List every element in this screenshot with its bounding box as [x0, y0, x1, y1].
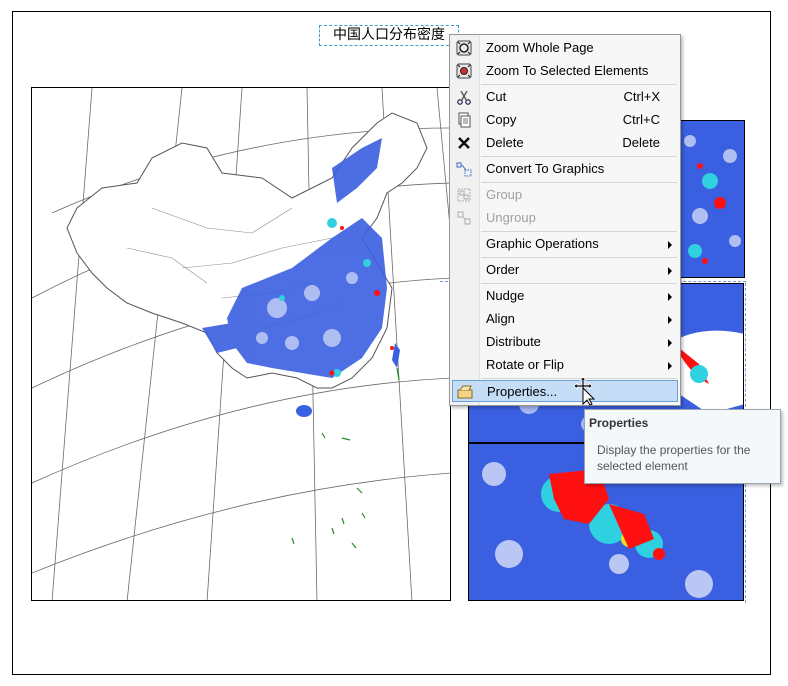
menu-separator [481, 182, 677, 183]
main-map-frame[interactable] [31, 87, 451, 601]
submenu-arrow-icon [668, 241, 672, 249]
menu-separator [481, 231, 677, 232]
menu-item-label: Convert To Graphics [486, 161, 605, 176]
main-map-graphic [32, 88, 450, 600]
submenu-arrow-icon [668, 362, 672, 370]
properties-tooltip: Properties Display the properties for th… [584, 409, 781, 484]
submenu-arrow-icon [668, 267, 672, 275]
submenu-arrow-icon [668, 293, 672, 301]
menu-item-shortcut: Ctrl+X [623, 89, 660, 104]
context-menu: Zoom Whole Page Zoom To Selected Element… [449, 34, 681, 406]
menu-item-zoom-whole-page[interactable]: Zoom Whole Page [452, 37, 678, 59]
menu-item-label: Ungroup [486, 210, 536, 225]
menu-item-label: Copy [486, 112, 517, 127]
menu-item-nudge[interactable]: Nudge [452, 285, 678, 307]
menu-item-label: Nudge [486, 288, 525, 303]
menu-item-properties[interactable]: Properties... [452, 380, 678, 402]
menu-item-order[interactable]: Order [452, 259, 678, 281]
menu-item-label: Delete [486, 135, 524, 150]
tooltip-body: Display the properties for the selected … [597, 443, 751, 473]
group-icon [457, 188, 471, 202]
menu-item-rotate-or-flip[interactable]: Rotate or Flip [452, 354, 678, 376]
menu-item-label: Rotate or Flip [486, 357, 565, 372]
menu-item-shortcut: Ctrl+C [622, 112, 660, 127]
menu-item-group: Group [452, 184, 678, 206]
menu-item-graphic-operations[interactable]: Graphic Operations [452, 233, 678, 255]
menu-item-label: Cut [486, 89, 507, 104]
inset-map-top-graphic [680, 121, 744, 277]
menu-item-shortcut: Delete [622, 135, 660, 150]
menu-separator [481, 257, 677, 258]
zoom-selected-icon [456, 63, 472, 79]
copy-icon [458, 112, 471, 128]
menu-separator [481, 283, 677, 284]
menu-item-label: Properties... [487, 384, 558, 399]
menu-item-distribute[interactable]: Distribute [452, 331, 678, 353]
menu-item-delete[interactable]: Delete Delete [452, 132, 678, 154]
tooltip-title: Properties [589, 416, 649, 430]
menu-item-label: Align [486, 311, 515, 326]
zoom-whole-page-icon [456, 40, 472, 56]
menu-item-label: Group [486, 187, 523, 202]
menu-item-label: Graphic Operations [486, 236, 599, 251]
menu-item-label: Zoom Whole Page [486, 40, 594, 55]
menu-item-ungroup: Ungroup [452, 207, 678, 229]
map-title[interactable]: 中国人口分布密度 [319, 25, 459, 46]
convert-graphics-icon [456, 162, 472, 177]
inset-map-top[interactable] [679, 120, 745, 278]
menu-item-convert-to-graphics[interactable]: Convert To Graphics [452, 158, 678, 180]
menu-item-align[interactable]: Align [452, 308, 678, 330]
menu-item-copy[interactable]: Copy Ctrl+C [452, 109, 678, 131]
menu-item-zoom-selected[interactable]: Zoom To Selected Elements [452, 60, 678, 82]
menu-separator [481, 156, 677, 157]
submenu-arrow-icon [668, 316, 672, 324]
scissors-icon [457, 90, 471, 105]
menu-item-cut[interactable]: Cut Ctrl+X [452, 86, 678, 108]
menu-item-label: Distribute [486, 334, 541, 349]
delete-x-icon [458, 137, 470, 149]
menu-item-label: Order [486, 262, 520, 277]
ungroup-icon [457, 211, 471, 225]
move-cursor-icon [573, 376, 596, 406]
menu-item-label: Zoom To Selected Elements [486, 63, 649, 78]
submenu-arrow-icon [668, 339, 672, 347]
menu-separator [481, 84, 677, 85]
properties-icon [457, 385, 473, 399]
